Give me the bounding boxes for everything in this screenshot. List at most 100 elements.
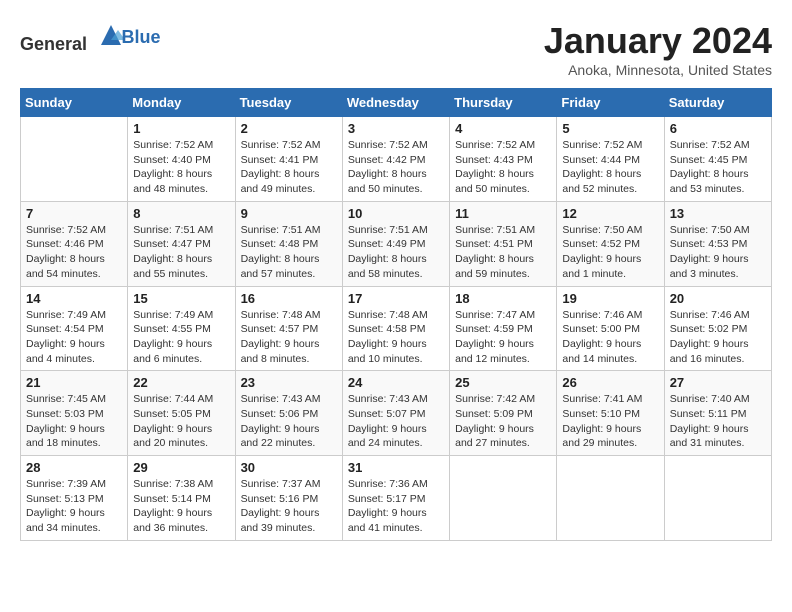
day-number: 6 <box>670 121 766 136</box>
day-number: 19 <box>562 291 658 306</box>
day-info: Sunrise: 7:50 AMSunset: 4:53 PMDaylight:… <box>670 223 766 282</box>
day-info: Sunrise: 7:40 AMSunset: 5:11 PMDaylight:… <box>670 392 766 451</box>
day-cell: 12 Sunrise: 7:50 AMSunset: 4:52 PMDayligh… <box>557 201 664 286</box>
header-tuesday: Tuesday <box>235 89 342 117</box>
day-cell: 18Sunrise: 7:47 AMSunset: 4:59 PMDayligh… <box>450 286 557 371</box>
day-info: Sunrise: 7:50 AMSunset: 4:52 PMDaylight:… <box>562 223 658 282</box>
day-cell: 15 Sunrise: 7:49 AMSunset: 4:55 PMDayligh… <box>128 286 235 371</box>
day-cell: 5 Sunrise: 7:52 AMSunset: 4:44 PMDaylight… <box>557 117 664 202</box>
header-saturday: Saturday <box>664 89 771 117</box>
day-cell: 8 Sunrise: 7:51 AMSunset: 4:47 PMDaylight… <box>128 201 235 286</box>
location-title: Anoka, Minnesota, United States <box>544 62 772 78</box>
day-cell: 29Sunrise: 7:38 AMSunset: 5:14 PMDayligh… <box>128 456 235 541</box>
day-cell: 11 Sunrise: 7:51 AMSunset: 4:51 PMDayligh… <box>450 201 557 286</box>
week-row-3: 21 Sunrise: 7:45 AMSunset: 5:03 PMDayligh… <box>21 371 772 456</box>
day-cell: 20 Sunrise: 7:46 AMSunset: 5:02 PMDayligh… <box>664 286 771 371</box>
day-info: Sunrise: 7:51 AMSunset: 4:47 PMDaylight:… <box>133 223 229 282</box>
calendar-table: Sunday Monday Tuesday Wednesday Thursday… <box>20 88 772 541</box>
day-cell: 3 Sunrise: 7:52 AMSunset: 4:42 PMDaylight… <box>342 117 449 202</box>
day-number: 11 <box>455 206 551 221</box>
day-cell: 28 Sunrise: 7:39 AMSunset: 5:13 PMDayligh… <box>21 456 128 541</box>
day-info: Sunrise: 7:52 AMSunset: 4:44 PMDaylight:… <box>562 138 658 197</box>
day-info: Sunrise: 7:39 AMSunset: 5:13 PMDaylight:… <box>26 477 122 536</box>
day-cell: 21 Sunrise: 7:45 AMSunset: 5:03 PMDayligh… <box>21 371 128 456</box>
day-info: Sunrise: 7:44 AMSunset: 5:05 PMDaylight:… <box>133 392 229 451</box>
day-cell: 31 Sunrise: 7:36 AMSunset: 5:17 PMDayligh… <box>342 456 449 541</box>
month-title: January 2024 <box>544 20 772 62</box>
day-number: 5 <box>562 121 658 136</box>
day-cell: 25Sunrise: 7:42 AMSunset: 5:09 PMDayligh… <box>450 371 557 456</box>
day-number: 7 <box>26 206 122 221</box>
day-number: 21 <box>26 375 122 390</box>
day-info: Sunrise: 7:46 AMSunset: 5:02 PMDaylight:… <box>670 308 766 367</box>
day-info: Sunrise: 7:48 AMSunset: 4:58 PMDaylight:… <box>348 308 444 367</box>
week-row-4: 28 Sunrise: 7:39 AMSunset: 5:13 PMDayligh… <box>21 456 772 541</box>
day-info: Sunrise: 7:38 AMSunset: 5:14 PMDaylight:… <box>133 477 229 536</box>
day-cell: 4Sunrise: 7:52 AMSunset: 4:43 PMDaylight… <box>450 117 557 202</box>
day-cell <box>450 456 557 541</box>
day-number: 20 <box>670 291 766 306</box>
day-info: Sunrise: 7:42 AMSunset: 5:09 PMDaylight:… <box>455 392 551 451</box>
week-row-2: 14 Sunrise: 7:49 AMSunset: 4:54 PMDayligh… <box>21 286 772 371</box>
day-number: 12 <box>562 206 658 221</box>
day-number: 3 <box>348 121 444 136</box>
day-cell: 22 Sunrise: 7:44 AMSunset: 5:05 PMDayligh… <box>128 371 235 456</box>
header-monday: Monday <box>128 89 235 117</box>
day-number: 26 <box>562 375 658 390</box>
day-cell: 1 Sunrise: 7:52 AMSunset: 4:40 PMDaylight… <box>128 117 235 202</box>
logo-blue: Blue <box>122 27 161 48</box>
day-cell: 30Sunrise: 7:37 AMSunset: 5:16 PMDayligh… <box>235 456 342 541</box>
day-number: 14 <box>26 291 122 306</box>
day-number: 31 <box>348 460 444 475</box>
day-info: Sunrise: 7:36 AMSunset: 5:17 PMDaylight:… <box>348 477 444 536</box>
day-info: Sunrise: 7:49 AMSunset: 4:55 PMDaylight:… <box>133 308 229 367</box>
day-cell: 13Sunrise: 7:50 AMSunset: 4:53 PMDayligh… <box>664 201 771 286</box>
day-number: 1 <box>133 121 229 136</box>
day-info: Sunrise: 7:41 AMSunset: 5:10 PMDaylight:… <box>562 392 658 451</box>
day-info: Sunrise: 7:49 AMSunset: 4:54 PMDaylight:… <box>26 308 122 367</box>
day-cell: 16 Sunrise: 7:48 AMSunset: 4:57 PMDayligh… <box>235 286 342 371</box>
day-cell: 10 Sunrise: 7:51 AMSunset: 4:49 PMDayligh… <box>342 201 449 286</box>
weekday-header-row: Sunday Monday Tuesday Wednesday Thursday… <box>21 89 772 117</box>
day-info: Sunrise: 7:48 AMSunset: 4:57 PMDaylight:… <box>241 308 337 367</box>
day-cell: 17 Sunrise: 7:48 AMSunset: 4:58 PMDayligh… <box>342 286 449 371</box>
day-cell: 27Sunrise: 7:40 AMSunset: 5:11 PMDayligh… <box>664 371 771 456</box>
day-cell: 24Sunrise: 7:43 AMSunset: 5:07 PMDayligh… <box>342 371 449 456</box>
day-info: Sunrise: 7:52 AMSunset: 4:46 PMDaylight:… <box>26 223 122 282</box>
logo-general: General <box>20 34 87 54</box>
day-cell: 26 Sunrise: 7:41 AMSunset: 5:10 PMDayligh… <box>557 371 664 456</box>
day-cell <box>664 456 771 541</box>
day-number: 15 <box>133 291 229 306</box>
day-number: 2 <box>241 121 337 136</box>
day-cell: 9Sunrise: 7:51 AMSunset: 4:48 PMDaylight… <box>235 201 342 286</box>
week-row-0: 1 Sunrise: 7:52 AMSunset: 4:40 PMDaylight… <box>21 117 772 202</box>
day-cell: 14 Sunrise: 7:49 AMSunset: 4:54 PMDayligh… <box>21 286 128 371</box>
logo: General Blue <box>20 20 161 55</box>
day-info: Sunrise: 7:52 AMSunset: 4:42 PMDaylight:… <box>348 138 444 197</box>
day-number: 10 <box>348 206 444 221</box>
day-number: 22 <box>133 375 229 390</box>
day-number: 8 <box>133 206 229 221</box>
day-cell: 19 Sunrise: 7:46 AMSunset: 5:00 PMDayligh… <box>557 286 664 371</box>
day-info: Sunrise: 7:43 AMSunset: 5:06 PMDaylight:… <box>241 392 337 451</box>
day-number: 4 <box>455 121 551 136</box>
week-row-1: 7 Sunrise: 7:52 AMSunset: 4:46 PMDaylight… <box>21 201 772 286</box>
day-number: 16 <box>241 291 337 306</box>
day-info: Sunrise: 7:52 AMSunset: 4:40 PMDaylight:… <box>133 138 229 197</box>
day-info: Sunrise: 7:51 AMSunset: 4:49 PMDaylight:… <box>348 223 444 282</box>
day-info: Sunrise: 7:51 AMSunset: 4:51 PMDaylight:… <box>455 223 551 282</box>
day-info: Sunrise: 7:46 AMSunset: 5:00 PMDaylight:… <box>562 308 658 367</box>
day-number: 17 <box>348 291 444 306</box>
header: General Blue January 2024 Anoka, Minneso… <box>20 20 772 78</box>
title-area: January 2024 Anoka, Minnesota, United St… <box>544 20 772 78</box>
day-info: Sunrise: 7:51 AMSunset: 4:48 PMDaylight:… <box>241 223 337 282</box>
header-thursday: Thursday <box>450 89 557 117</box>
day-number: 23 <box>241 375 337 390</box>
day-cell <box>557 456 664 541</box>
day-number: 28 <box>26 460 122 475</box>
day-info: Sunrise: 7:47 AMSunset: 4:59 PMDaylight:… <box>455 308 551 367</box>
day-cell: 7 Sunrise: 7:52 AMSunset: 4:46 PMDaylight… <box>21 201 128 286</box>
day-info: Sunrise: 7:45 AMSunset: 5:03 PMDaylight:… <box>26 392 122 451</box>
day-cell: 2Sunrise: 7:52 AMSunset: 4:41 PMDaylight… <box>235 117 342 202</box>
day-number: 30 <box>241 460 337 475</box>
